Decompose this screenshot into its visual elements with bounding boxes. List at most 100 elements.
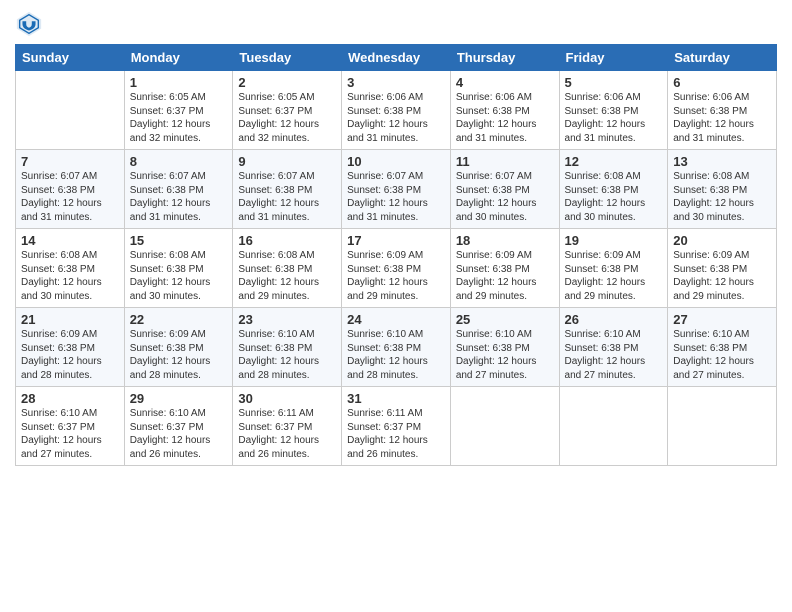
day-info: Sunrise: 6:10 AMSunset: 6:38 PMDaylight:… bbox=[565, 328, 663, 382]
day-number: 10 bbox=[347, 154, 445, 169]
day-number: 17 bbox=[347, 233, 445, 248]
day-info: Sunrise: 6:08 AMSunset: 6:38 PMDaylight:… bbox=[21, 249, 119, 303]
week-row-4: 21Sunrise: 6:09 AMSunset: 6:38 PMDayligh… bbox=[16, 308, 777, 387]
calendar-cell: 3Sunrise: 6:06 AMSunset: 6:38 PMDaylight… bbox=[342, 71, 451, 150]
day-number: 3 bbox=[347, 75, 445, 90]
day-number: 18 bbox=[456, 233, 554, 248]
day-info: Sunrise: 6:08 AMSunset: 6:38 PMDaylight:… bbox=[673, 170, 771, 224]
day-info: Sunrise: 6:08 AMSunset: 6:38 PMDaylight:… bbox=[238, 249, 336, 303]
day-info: Sunrise: 6:10 AMSunset: 6:37 PMDaylight:… bbox=[130, 407, 228, 461]
calendar-cell: 25Sunrise: 6:10 AMSunset: 6:38 PMDayligh… bbox=[450, 308, 559, 387]
day-info: Sunrise: 6:09 AMSunset: 6:38 PMDaylight:… bbox=[565, 249, 663, 303]
day-info: Sunrise: 6:09 AMSunset: 6:38 PMDaylight:… bbox=[21, 328, 119, 382]
day-number: 9 bbox=[238, 154, 336, 169]
calendar-cell bbox=[559, 387, 668, 466]
weekday-header-row: SundayMondayTuesdayWednesdayThursdayFrid… bbox=[16, 45, 777, 71]
day-info: Sunrise: 6:07 AMSunset: 6:38 PMDaylight:… bbox=[347, 170, 445, 224]
calendar-cell: 12Sunrise: 6:08 AMSunset: 6:38 PMDayligh… bbox=[559, 150, 668, 229]
day-info: Sunrise: 6:10 AMSunset: 6:37 PMDaylight:… bbox=[21, 407, 119, 461]
day-number: 14 bbox=[21, 233, 119, 248]
day-number: 11 bbox=[456, 154, 554, 169]
day-info: Sunrise: 6:06 AMSunset: 6:38 PMDaylight:… bbox=[565, 91, 663, 145]
calendar-cell: 24Sunrise: 6:10 AMSunset: 6:38 PMDayligh… bbox=[342, 308, 451, 387]
day-number: 7 bbox=[21, 154, 119, 169]
day-info: Sunrise: 6:11 AMSunset: 6:37 PMDaylight:… bbox=[238, 407, 336, 461]
day-number: 20 bbox=[673, 233, 771, 248]
day-info: Sunrise: 6:10 AMSunset: 6:38 PMDaylight:… bbox=[456, 328, 554, 382]
logo bbox=[15, 10, 46, 38]
day-info: Sunrise: 6:07 AMSunset: 6:38 PMDaylight:… bbox=[21, 170, 119, 224]
day-number: 25 bbox=[456, 312, 554, 327]
day-number: 21 bbox=[21, 312, 119, 327]
calendar-cell: 14Sunrise: 6:08 AMSunset: 6:38 PMDayligh… bbox=[16, 229, 125, 308]
day-number: 13 bbox=[673, 154, 771, 169]
day-number: 31 bbox=[347, 391, 445, 406]
day-number: 2 bbox=[238, 75, 336, 90]
day-number: 24 bbox=[347, 312, 445, 327]
day-number: 30 bbox=[238, 391, 336, 406]
week-row-1: 1Sunrise: 6:05 AMSunset: 6:37 PMDaylight… bbox=[16, 71, 777, 150]
calendar-cell bbox=[450, 387, 559, 466]
logo-icon bbox=[15, 10, 43, 38]
calendar-cell: 6Sunrise: 6:06 AMSunset: 6:38 PMDaylight… bbox=[668, 71, 777, 150]
calendar-page: SundayMondayTuesdayWednesdayThursdayFrid… bbox=[0, 0, 792, 612]
calendar-cell: 19Sunrise: 6:09 AMSunset: 6:38 PMDayligh… bbox=[559, 229, 668, 308]
calendar-cell: 2Sunrise: 6:05 AMSunset: 6:37 PMDaylight… bbox=[233, 71, 342, 150]
day-info: Sunrise: 6:07 AMSunset: 6:38 PMDaylight:… bbox=[238, 170, 336, 224]
weekday-header-sunday: Sunday bbox=[16, 45, 125, 71]
day-number: 5 bbox=[565, 75, 663, 90]
calendar-cell: 23Sunrise: 6:10 AMSunset: 6:38 PMDayligh… bbox=[233, 308, 342, 387]
day-info: Sunrise: 6:06 AMSunset: 6:38 PMDaylight:… bbox=[673, 91, 771, 145]
day-number: 8 bbox=[130, 154, 228, 169]
day-info: Sunrise: 6:05 AMSunset: 6:37 PMDaylight:… bbox=[238, 91, 336, 145]
calendar-cell: 17Sunrise: 6:09 AMSunset: 6:38 PMDayligh… bbox=[342, 229, 451, 308]
calendar-table: SundayMondayTuesdayWednesdayThursdayFrid… bbox=[15, 44, 777, 466]
day-info: Sunrise: 6:10 AMSunset: 6:38 PMDaylight:… bbox=[673, 328, 771, 382]
calendar-cell: 21Sunrise: 6:09 AMSunset: 6:38 PMDayligh… bbox=[16, 308, 125, 387]
calendar-cell: 18Sunrise: 6:09 AMSunset: 6:38 PMDayligh… bbox=[450, 229, 559, 308]
day-number: 15 bbox=[130, 233, 228, 248]
calendar-cell: 11Sunrise: 6:07 AMSunset: 6:38 PMDayligh… bbox=[450, 150, 559, 229]
calendar-cell: 22Sunrise: 6:09 AMSunset: 6:38 PMDayligh… bbox=[124, 308, 233, 387]
day-info: Sunrise: 6:10 AMSunset: 6:38 PMDaylight:… bbox=[238, 328, 336, 382]
weekday-header-monday: Monday bbox=[124, 45, 233, 71]
weekday-header-wednesday: Wednesday bbox=[342, 45, 451, 71]
day-info: Sunrise: 6:09 AMSunset: 6:38 PMDaylight:… bbox=[673, 249, 771, 303]
day-info: Sunrise: 6:09 AMSunset: 6:38 PMDaylight:… bbox=[347, 249, 445, 303]
calendar-cell: 27Sunrise: 6:10 AMSunset: 6:38 PMDayligh… bbox=[668, 308, 777, 387]
calendar-cell: 16Sunrise: 6:08 AMSunset: 6:38 PMDayligh… bbox=[233, 229, 342, 308]
day-number: 23 bbox=[238, 312, 336, 327]
day-info: Sunrise: 6:06 AMSunset: 6:38 PMDaylight:… bbox=[347, 91, 445, 145]
day-number: 4 bbox=[456, 75, 554, 90]
weekday-header-friday: Friday bbox=[559, 45, 668, 71]
day-number: 29 bbox=[130, 391, 228, 406]
calendar-cell: 5Sunrise: 6:06 AMSunset: 6:38 PMDaylight… bbox=[559, 71, 668, 150]
day-number: 26 bbox=[565, 312, 663, 327]
day-info: Sunrise: 6:07 AMSunset: 6:38 PMDaylight:… bbox=[130, 170, 228, 224]
calendar-cell: 15Sunrise: 6:08 AMSunset: 6:38 PMDayligh… bbox=[124, 229, 233, 308]
calendar-cell: 10Sunrise: 6:07 AMSunset: 6:38 PMDayligh… bbox=[342, 150, 451, 229]
day-info: Sunrise: 6:09 AMSunset: 6:38 PMDaylight:… bbox=[456, 249, 554, 303]
day-info: Sunrise: 6:06 AMSunset: 6:38 PMDaylight:… bbox=[456, 91, 554, 145]
day-info: Sunrise: 6:11 AMSunset: 6:37 PMDaylight:… bbox=[347, 407, 445, 461]
calendar-cell: 26Sunrise: 6:10 AMSunset: 6:38 PMDayligh… bbox=[559, 308, 668, 387]
calendar-cell: 31Sunrise: 6:11 AMSunset: 6:37 PMDayligh… bbox=[342, 387, 451, 466]
calendar-cell bbox=[668, 387, 777, 466]
calendar-cell: 20Sunrise: 6:09 AMSunset: 6:38 PMDayligh… bbox=[668, 229, 777, 308]
day-number: 27 bbox=[673, 312, 771, 327]
calendar-cell: 29Sunrise: 6:10 AMSunset: 6:37 PMDayligh… bbox=[124, 387, 233, 466]
day-number: 6 bbox=[673, 75, 771, 90]
calendar-cell: 28Sunrise: 6:10 AMSunset: 6:37 PMDayligh… bbox=[16, 387, 125, 466]
day-info: Sunrise: 6:10 AMSunset: 6:38 PMDaylight:… bbox=[347, 328, 445, 382]
week-row-2: 7Sunrise: 6:07 AMSunset: 6:38 PMDaylight… bbox=[16, 150, 777, 229]
calendar-cell: 1Sunrise: 6:05 AMSunset: 6:37 PMDaylight… bbox=[124, 71, 233, 150]
day-number: 19 bbox=[565, 233, 663, 248]
day-info: Sunrise: 6:05 AMSunset: 6:37 PMDaylight:… bbox=[130, 91, 228, 145]
day-info: Sunrise: 6:08 AMSunset: 6:38 PMDaylight:… bbox=[565, 170, 663, 224]
weekday-header-tuesday: Tuesday bbox=[233, 45, 342, 71]
day-info: Sunrise: 6:07 AMSunset: 6:38 PMDaylight:… bbox=[456, 170, 554, 224]
weekday-header-saturday: Saturday bbox=[668, 45, 777, 71]
day-number: 12 bbox=[565, 154, 663, 169]
day-number: 28 bbox=[21, 391, 119, 406]
day-info: Sunrise: 6:09 AMSunset: 6:38 PMDaylight:… bbox=[130, 328, 228, 382]
